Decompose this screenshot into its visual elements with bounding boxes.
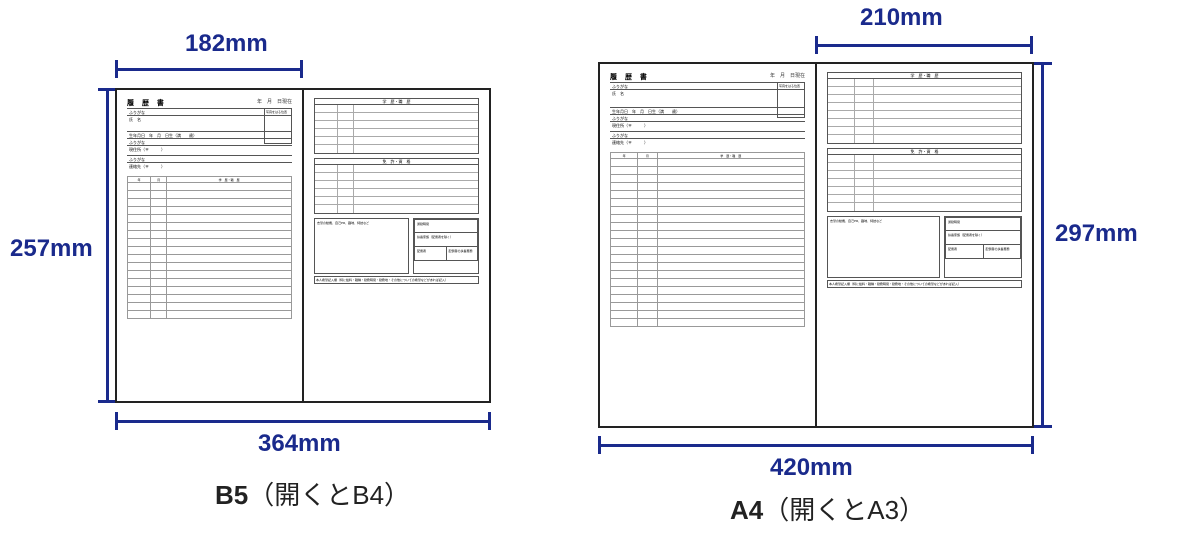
a4-spread: 履 歴 書 年 月 日現在 写真をはる位置 ふりがな 氏 名 生年月日 年 月 … [598, 62, 1034, 428]
diagram-b5: 182mm 257mm 履 歴 書 年 月 日現在 写真をはる位置 ふりがな 氏… [0, 0, 570, 536]
b5-height-label: 257mm [10, 235, 93, 263]
b5-caption: B5（開くとB4） [215, 475, 410, 512]
b5-width-bottom-label: 364mm [258, 430, 341, 458]
photo-box: 写真をはる位置 [264, 108, 292, 144]
b5-width-top-label: 182mm [185, 30, 268, 58]
photo-box-a4: 写真をはる位置 [777, 82, 805, 118]
resume-date: 年 月 日現在 [257, 98, 292, 108]
field-contact: 連絡先（〒 ） [127, 162, 292, 172]
resume-title: 履 歴 書 [127, 98, 167, 108]
edu-table-a4: 年月学 歴・職 歴 [610, 152, 805, 327]
field-addr: 現住所（〒 ） [127, 145, 292, 155]
resume-left-page: 履 歴 書 年 月 日現在 写真をはる位置 ふりがな 氏 名 生年月日 年 月 … [117, 90, 302, 401]
sec-license: 免 許・資 格 [314, 158, 479, 214]
diagram-a4: 210mm 297mm 履 歴 書 年 月 日現在 写真をはる位置 ふりがな 氏… [560, 0, 1200, 536]
resume-title-a4: 履 歴 書 [610, 72, 650, 82]
sec-edu-cont: 学 歴・職 歴 [314, 98, 479, 154]
a4-width-top-label: 210mm [860, 4, 943, 32]
b5-spread: 履 歴 書 年 月 日現在 写真をはる位置 ふりがな 氏 名 生年月日 年 月 … [115, 88, 491, 403]
wish-box: 本人希望記入欄（特に給料・職種・勤務時間・勤務地・その他についての希望などがあれ… [314, 276, 479, 284]
resume-right-page-a4: 学 歴・職 歴 免 許・資 格 志望の動機 [815, 64, 1032, 426]
edu-table: 年月学 歴・職 歴 [127, 176, 292, 319]
motive-commute: 志望の動機、自己PR、趣味、特技など 通勤時間 扶養家族（配偶者を除く） 配偶者… [314, 218, 479, 274]
a4-width-bottom-label: 420mm [770, 454, 853, 482]
resume-left-page-a4: 履 歴 書 年 月 日現在 写真をはる位置 ふりがな 氏 名 生年月日 年 月 … [600, 64, 815, 426]
resume-right-page: 学 歴・職 歴 免 許・資 格 志望の動機、自己PR、趣味、特技など [302, 90, 489, 401]
field-furigana3: ふりがな [127, 155, 292, 162]
a4-height-label: 297mm [1055, 220, 1138, 248]
a4-caption: A4（開くとA3） [730, 490, 925, 527]
